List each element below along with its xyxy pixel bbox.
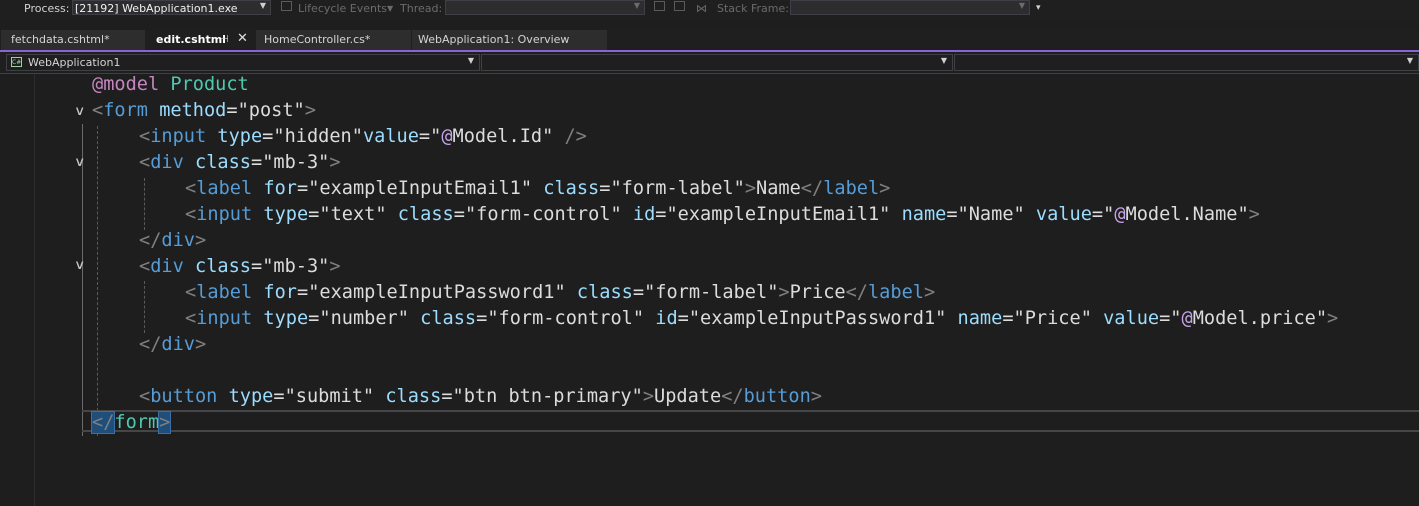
code-line-current[interactable]: </form> bbox=[90, 410, 172, 436]
code-line[interactable]: <div class="mb-3"> bbox=[139, 254, 341, 280]
code-line[interactable]: <label for="exampleInputEmail1" class="f… bbox=[185, 176, 890, 202]
lifecycle-events-label[interactable]: Lifecycle Events bbox=[298, 2, 387, 15]
chevron-down-icon: ▼ bbox=[940, 56, 947, 65]
tab-label: fetchdata.cshtml* bbox=[11, 33, 110, 46]
collapse-icon[interactable]: ∨ bbox=[74, 258, 85, 273]
member-dropdown[interactable]: ▼ bbox=[954, 54, 1419, 71]
code-line[interactable]: <div class="mb-3"> bbox=[139, 150, 341, 176]
code-line[interactable]: @model Product bbox=[92, 72, 249, 98]
brace-match-open: </ bbox=[90, 411, 116, 434]
indent-guide bbox=[144, 281, 145, 333]
stack-frame-label: Stack Frame: bbox=[717, 2, 789, 15]
code-line[interactable]: <label for="exampleInputPassword1" class… bbox=[185, 280, 935, 306]
tab-homecontroller[interactable]: HomeController.cs* bbox=[256, 30, 411, 50]
code-line[interactable]: </div> bbox=[139, 228, 206, 254]
indent-guide bbox=[97, 126, 98, 436]
tab-overview[interactable]: WebApplication1: Overview bbox=[412, 30, 607, 50]
indent-guide bbox=[144, 178, 145, 230]
lifecycle-icon bbox=[281, 1, 292, 11]
debug-location-toolbar: Process: [21192] WebApplication1.exe ▼ L… bbox=[0, 0, 1419, 20]
close-icon[interactable]: ✕ bbox=[237, 29, 248, 48]
code-line[interactable]: <input type="number" class="form-control… bbox=[185, 306, 1338, 332]
current-line-highlight bbox=[82, 410, 1419, 432]
chevron-down-icon: ▼ bbox=[259, 1, 266, 10]
code-line[interactable]: <input type="hidden"value="@Model.Id" /> bbox=[139, 124, 587, 150]
project-dropdown[interactable]: C# WebApplication1 ▼ bbox=[6, 54, 480, 71]
tab-label: WebApplication1: Overview bbox=[418, 33, 570, 46]
project-name: WebApplication1 bbox=[28, 56, 121, 69]
process-label: Process: bbox=[24, 2, 70, 15]
code-line[interactable]: <button type="submit" class="btn btn-pri… bbox=[139, 384, 822, 410]
brace-match-close: > bbox=[158, 411, 172, 434]
process-dropdown[interactable]: [21192] WebApplication1.exe ▼ bbox=[72, 0, 271, 15]
tab-fetchdata[interactable]: fetchdata.cshtml* bbox=[1, 30, 145, 50]
code-line[interactable]: </div> bbox=[139, 332, 206, 358]
code-line[interactable]: <input type="text" class="form-control" … bbox=[185, 202, 1260, 228]
pin-icon[interactable]: ⊣ bbox=[220, 30, 229, 49]
chevron-down-icon: ▼ bbox=[1018, 1, 1025, 10]
tab-label: edit.cshtml bbox=[156, 33, 226, 46]
tab-edit[interactable]: edit.cshtml ⊣ ✕ bbox=[146, 30, 258, 50]
stack-frame-dropdown[interactable]: ▼ bbox=[790, 0, 1030, 15]
thread-label: Thread: bbox=[400, 2, 443, 15]
collapse-icon[interactable]: ∨ bbox=[74, 155, 85, 170]
code-editor[interactable]: ∨ ∨ ∨ @model Product <form method="post"… bbox=[0, 74, 1419, 506]
code-line[interactable]: <form method="post"> bbox=[92, 98, 316, 124]
flag-icon[interactable] bbox=[654, 1, 665, 11]
chevron-down-icon: ▼ bbox=[467, 56, 474, 65]
type-dropdown[interactable]: ▼ bbox=[481, 54, 953, 71]
filter-threads-icon[interactable] bbox=[674, 1, 685, 11]
chevron-down-icon: ▼ bbox=[1406, 56, 1413, 65]
process-value: [21192] WebApplication1.exe bbox=[75, 2, 238, 15]
chevron-down-icon: ▼ bbox=[633, 1, 640, 10]
csharp-project-icon: C# bbox=[11, 57, 22, 67]
navigation-bar: C# WebApplication1 ▼ ▼ ▼ bbox=[0, 53, 1419, 74]
collapse-icon[interactable]: ∨ bbox=[74, 104, 85, 119]
document-tab-strip: fetchdata.cshtml* edit.cshtml ⊣ ✕ HomeCo… bbox=[0, 30, 1419, 52]
stack-frame-icon: ⋈ bbox=[696, 2, 707, 15]
indent-guide bbox=[82, 124, 83, 436]
tab-label: HomeController.cs* bbox=[264, 33, 371, 46]
thread-dropdown[interactable]: ▼ bbox=[445, 0, 645, 15]
indicator-margin[interactable] bbox=[0, 74, 35, 506]
toolbar-overflow-icon[interactable]: ▾ bbox=[1036, 3, 1041, 13]
chevron-down-icon: ▼ bbox=[387, 4, 394, 13]
